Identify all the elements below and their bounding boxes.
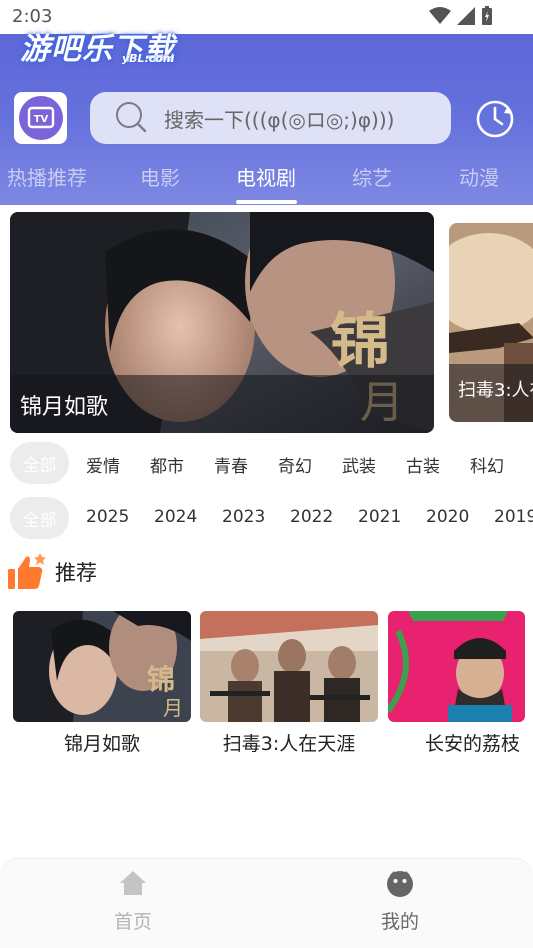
year-item[interactable]: 2019: [494, 507, 533, 527]
home-icon: [120, 871, 146, 895]
genre-item[interactable]: 奇幻: [278, 452, 312, 477]
poster-title: 扫毒3:人在天涯: [222, 733, 356, 755]
wifi-icon: [429, 7, 451, 24]
banner-title-next: 扫毒3:人在天涯: [458, 380, 533, 401]
bottom-navigation: 首页 我的: [0, 858, 533, 948]
genre-item[interactable]: 爱情: [86, 452, 120, 477]
year-item[interactable]: 2020: [426, 507, 469, 527]
year-item[interactable]: 2024: [154, 507, 197, 527]
tab-movies[interactable]: 电影: [140, 162, 180, 191]
battery-icon: [482, 6, 492, 25]
nav-profile[interactable]: 我的: [340, 869, 460, 934]
svg-text:TV: TV: [33, 114, 48, 125]
app-logo[interactable]: TV: [14, 92, 67, 144]
svg-text:锦: 锦: [330, 307, 390, 377]
genre-item[interactable]: 武装: [342, 452, 376, 477]
banner-caption-next: 扫毒3:人在天涯: [449, 364, 533, 422]
category-tabs: 热播推荐 电影 电视剧 综艺 动漫: [0, 152, 533, 204]
status-icons: [429, 6, 493, 26]
banner-title: 锦月如歌: [20, 395, 109, 420]
section-title: 推荐: [55, 561, 97, 585]
signal-icon: [457, 7, 475, 25]
poster-card[interactable]: [200, 611, 378, 722]
tab-hot[interactable]: 热播推荐: [7, 162, 87, 191]
year-item[interactable]: 2025: [86, 507, 129, 527]
genre-chip-all[interactable]: 全部: [10, 442, 69, 484]
year-item[interactable]: 2023: [222, 507, 265, 527]
genre-item[interactable]: 科幻: [470, 452, 504, 477]
tv-icon: TV: [18, 96, 63, 140]
poster-image: [200, 611, 378, 722]
nav-home-label: 首页: [113, 911, 152, 933]
genre-item[interactable]: 青春: [214, 452, 248, 477]
search-placeholder: 搜索一下(((φ(◎ロ◎;)φ))): [164, 107, 395, 132]
genre-filter: 全部 爱情 都市 青春 奇幻 武装 古装 科幻: [0, 442, 533, 484]
poster-title: 锦月如歌: [63, 733, 140, 755]
year-chip-all[interactable]: 全部: [10, 497, 69, 539]
poster-image: [388, 611, 525, 722]
tab-anime[interactable]: 动漫: [459, 162, 499, 191]
poster-card[interactable]: 锦 月: [13, 611, 191, 722]
watermark-domain: yBL.com: [122, 52, 175, 65]
poster-card[interactable]: [388, 611, 525, 722]
svg-text:月: 月: [163, 696, 183, 720]
active-tab-indicator: [236, 200, 297, 204]
search-icon: [116, 102, 147, 133]
poster-title: 长安的荔枝: [425, 733, 521, 755]
genre-item[interactable]: 古装: [406, 452, 440, 477]
svg-text:锦: 锦: [147, 663, 175, 696]
year-item[interactable]: 2021: [358, 507, 401, 527]
banner-slide-next[interactable]: 扫毒3:人在天涯: [449, 223, 533, 422]
history-icon[interactable]: [474, 98, 516, 140]
poster-image: 锦 月: [13, 611, 191, 722]
tab-variety[interactable]: 综艺: [352, 162, 392, 191]
banner-slide[interactable]: 锦 月 锦月如歌: [10, 212, 434, 433]
banner-caption: 锦月如歌: [10, 375, 434, 433]
year-item[interactable]: 2022: [290, 507, 333, 527]
year-filter: 全部 2025 2024 2023 2022 2021 2020 2019: [0, 497, 533, 539]
nav-home[interactable]: 首页: [73, 869, 193, 934]
nav-profile-label: 我的: [380, 911, 419, 933]
tab-tv-series[interactable]: 电视剧: [236, 162, 296, 191]
profile-icon: [387, 871, 413, 897]
search-input[interactable]: 搜索一下(((φ(◎ロ◎;)φ))): [90, 92, 451, 144]
genre-item[interactable]: 都市: [150, 452, 184, 477]
thumbs-up-icon: [8, 553, 46, 589]
